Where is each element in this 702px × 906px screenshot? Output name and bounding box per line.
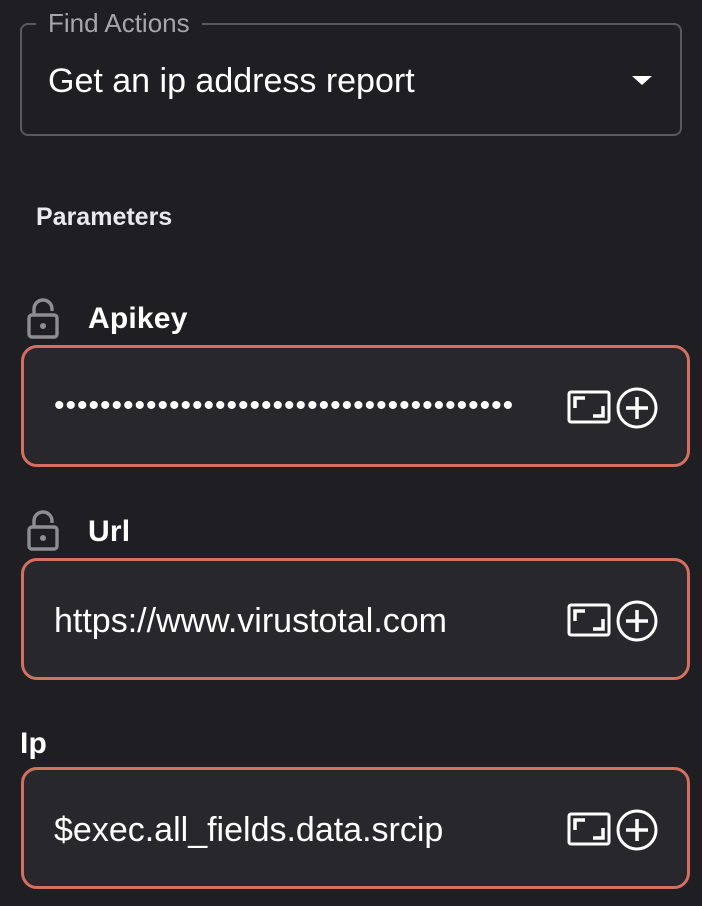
find-actions-value[interactable]: Get an ip address report — [48, 60, 415, 102]
parameters-heading: Parameters — [36, 203, 173, 231]
param-label-ip: Ip — [20, 727, 48, 760]
apikey-value[interactable]: •••••••••••••••••••••••••••••••••••••••• — [54, 386, 514, 426]
lock-icon — [27, 510, 59, 551]
find-actions-label: Find Actions — [36, 8, 202, 38]
expand-icon[interactable] — [567, 390, 611, 424]
lock-icon — [27, 298, 59, 339]
add-circle-icon[interactable] — [615, 808, 659, 852]
expand-icon[interactable] — [567, 603, 611, 637]
url-value[interactable]: https://www.virustotal.com — [54, 601, 447, 641]
add-circle-icon[interactable] — [615, 599, 659, 643]
caret-down-icon[interactable] — [628, 66, 656, 94]
ip-value[interactable]: $exec.all_fields.data.srcip — [54, 810, 443, 850]
param-label-apikey: Apikey — [88, 302, 188, 335]
add-circle-icon[interactable] — [615, 386, 659, 430]
page: Find Actions Get an ip address report Pa… — [0, 0, 702, 906]
expand-icon[interactable] — [567, 812, 611, 846]
param-field-ip[interactable]: $exec.all_fields.data.srcip — [21, 767, 690, 889]
param-field-url[interactable]: https://www.virustotal.com — [21, 558, 690, 680]
param-field-apikey[interactable]: •••••••••••••••••••••••••••••••••••••••• — [21, 345, 690, 467]
param-label-url: Url — [88, 515, 131, 548]
